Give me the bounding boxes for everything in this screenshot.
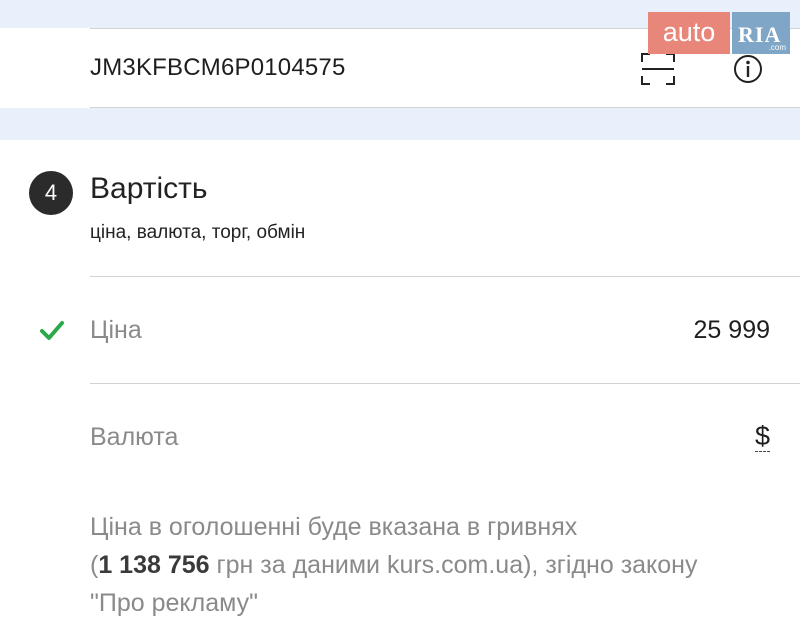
- section-title: Вартість: [90, 172, 208, 205]
- currency-select[interactable]: $: [754, 421, 770, 452]
- check-icon: [40, 321, 64, 340]
- logo-com-text: .com: [768, 43, 786, 52]
- note-line-3: "Про рекламу": [90, 589, 258, 617]
- autoria-logo: auto RIA .com: [648, 12, 790, 54]
- note-line-1: Ціна в оголошенні буде вказана в гривнях: [90, 513, 578, 541]
- vin-value[interactable]: JM3KFBCM6P0104575: [90, 54, 346, 82]
- note-uah-amount: 1 138 756: [98, 551, 210, 579]
- divider: [90, 276, 800, 277]
- info-icon[interactable]: [733, 54, 763, 84]
- logo-auto-part: auto: [648, 12, 730, 54]
- section-separator-band: [0, 108, 800, 140]
- scan-icon[interactable]: [640, 52, 676, 86]
- price-note: Ціна в оголошенні буде вказана в гривнях…: [90, 508, 790, 622]
- step-number-badge: 4: [29, 171, 73, 215]
- logo-ria-part: RIA .com: [732, 12, 790, 54]
- divider: [90, 383, 800, 384]
- price-label[interactable]: Ціна: [90, 316, 142, 345]
- currency-label[interactable]: Валюта: [90, 423, 178, 452]
- section-subtitle: ціна, валюта, торг, обмін: [90, 222, 306, 243]
- note-line-2: грн за даними kurs.com.ua), згідно закон…: [209, 551, 698, 579]
- price-input[interactable]: 25 999: [694, 316, 770, 345]
